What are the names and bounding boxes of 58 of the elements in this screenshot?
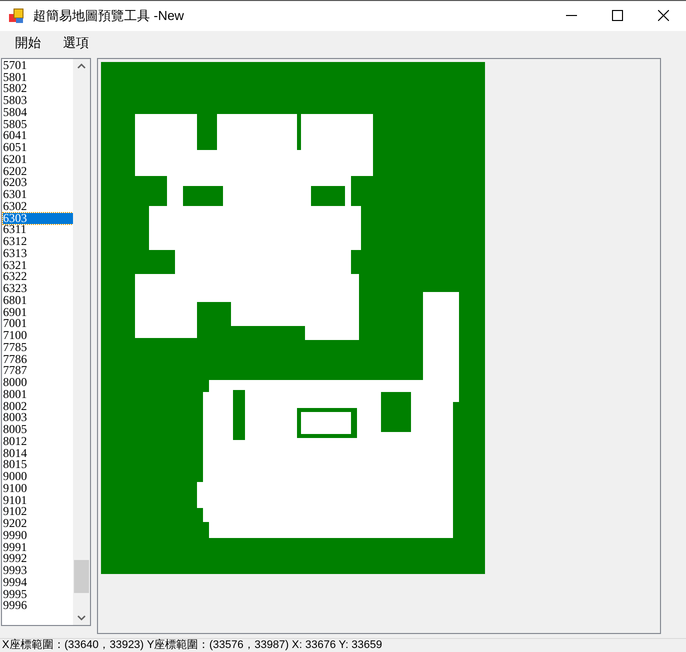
list-item[interactable]: 7785: [3, 342, 73, 354]
list-item[interactable]: 9101: [3, 494, 73, 506]
list-item[interactable]: 5803: [3, 95, 73, 107]
list-item[interactable]: 7001: [3, 318, 73, 330]
list-item[interactable]: 7100: [3, 330, 73, 342]
list-item[interactable]: 5801: [3, 72, 73, 84]
list-item[interactable]: 9994: [3, 576, 73, 589]
list-item[interactable]: 6301: [3, 189, 73, 201]
app-icon: [8, 8, 24, 24]
window-title: 超簡易地圖預覽工具 -New: [33, 7, 184, 26]
menu-item[interactable]: 開始: [4, 33, 52, 53]
list-item[interactable]: 8015: [3, 459, 73, 472]
scroll-thumb[interactable]: [74, 560, 89, 593]
list-item[interactable]: 6303: [3, 212, 73, 224]
list-item[interactable]: 9000: [3, 471, 73, 483]
list-item[interactable]: 5701: [3, 60, 73, 72]
list-item[interactable]: 9100: [3, 482, 73, 495]
list-item[interactable]: 9996: [3, 600, 73, 612]
maximize-icon: [612, 10, 622, 22]
list-item[interactable]: 6313: [3, 248, 73, 260]
list-item[interactable]: 6051: [3, 142, 73, 154]
list-item[interactable]: 5802: [3, 83, 73, 96]
list-item[interactable]: 8000: [3, 377, 73, 389]
list-item[interactable]: 8003: [3, 412, 73, 424]
list-item[interactable]: 8001: [3, 388, 73, 401]
status-text: X座標範圍：(33640，33923) Y座標範圍：(33576，33987) X: 33676 Y: 33659: [1, 639, 382, 652]
scroll-up-icon[interactable]: [77, 62, 86, 69]
list-item[interactable]: 6041: [3, 130, 73, 142]
list-item[interactable]: 9102: [3, 506, 73, 518]
list-item[interactable]: 5804: [3, 106, 73, 119]
list-item[interactable]: 5805: [3, 118, 73, 130]
list-item[interactable]: 9990: [3, 530, 73, 542]
list-item[interactable]: 6203: [3, 177, 73, 190]
list-item[interactable]: 9992: [3, 553, 73, 566]
list-item[interactable]: 9991: [3, 542, 73, 554]
minimize-icon: [566, 15, 576, 16]
list-item[interactable]: 8002: [3, 400, 73, 412]
list-item[interactable]: 6321: [3, 260, 73, 272]
list-item[interactable]: 6302: [3, 200, 73, 213]
list-item[interactable]: 9202: [3, 518, 73, 530]
list-item[interactable]: 6901: [3, 306, 73, 318]
list-item[interactable]: 6202: [3, 166, 73, 178]
close-icon: [658, 10, 668, 22]
menu-item[interactable]: 選項: [52, 33, 100, 53]
list-item[interactable]: 6323: [3, 283, 73, 295]
list-item[interactable]: 7787: [3, 365, 73, 378]
list-item[interactable]: 6201: [3, 154, 73, 166]
list-item[interactable]: 9995: [3, 588, 73, 600]
list-item[interactable]: 6311: [3, 224, 73, 236]
list-item[interactable]: 6312: [3, 236, 73, 248]
list-item[interactable]: 8012: [3, 436, 73, 448]
list-item[interactable]: 6322: [3, 271, 73, 284]
list-item[interactable]: 8005: [3, 424, 73, 436]
list-item[interactable]: 7786: [3, 354, 73, 366]
list-item[interactable]: 6801: [3, 294, 73, 307]
list-item[interactable]: 8014: [3, 448, 73, 460]
list-item[interactable]: 9993: [3, 565, 73, 577]
scroll-down-icon[interactable]: [77, 614, 86, 621]
